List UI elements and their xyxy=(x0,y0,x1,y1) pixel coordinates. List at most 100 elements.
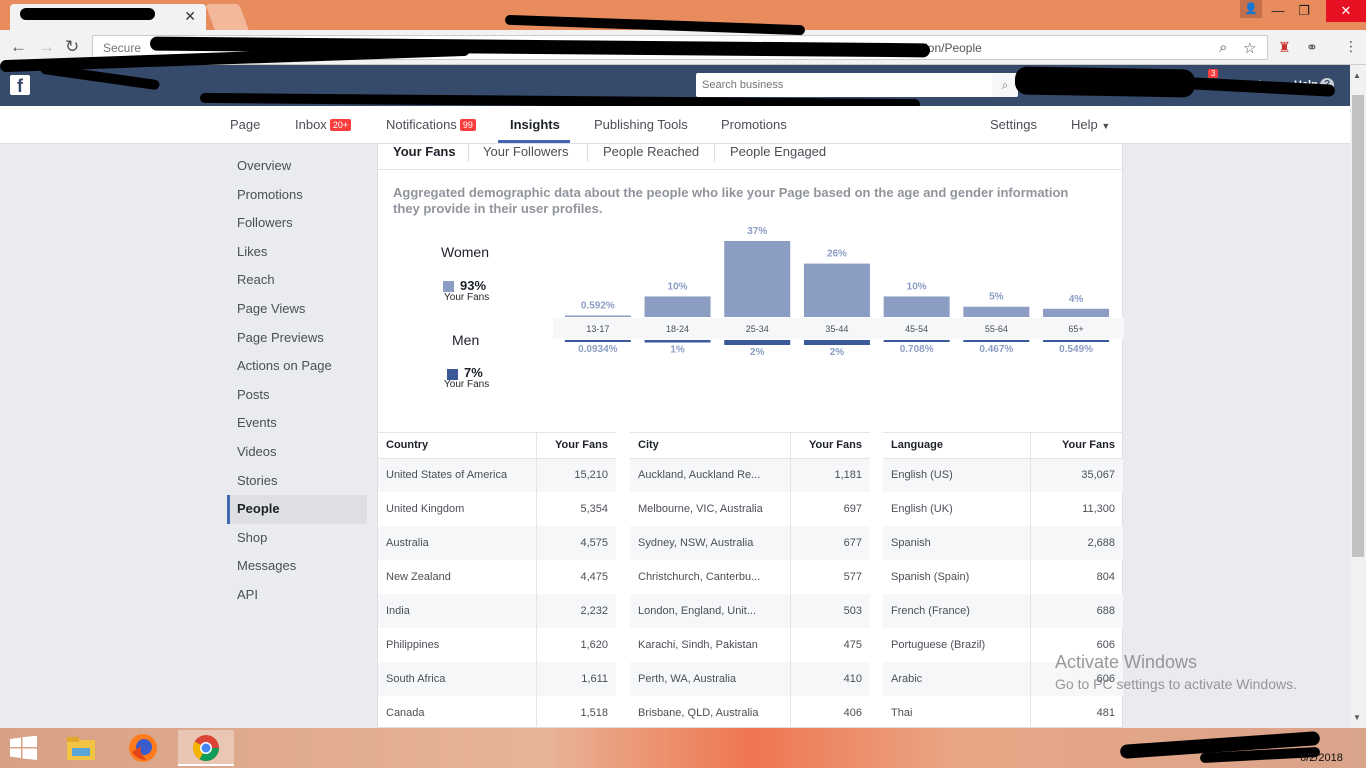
sidebar-item-api[interactable]: API xyxy=(227,581,367,610)
nav-publishing-tools[interactable]: Publishing Tools xyxy=(594,117,688,132)
men-value-label: 1% xyxy=(670,345,685,356)
sidebar-item-actions-on-page[interactable]: Actions on Page xyxy=(227,352,367,381)
nav-insights[interactable]: Insights xyxy=(510,117,560,132)
city-name-cell: Christchurch, Canterbu... xyxy=(638,571,761,583)
women-bar[interactable] xyxy=(1043,308,1110,317)
sidebar-item-people[interactable]: People xyxy=(227,495,367,524)
sidebar-item-page-previews[interactable]: Page Previews xyxy=(227,324,367,353)
nav-promotions[interactable]: Promotions xyxy=(721,117,787,132)
windows-taskbar: 6/2/2018 xyxy=(0,728,1366,768)
sidebar-item-likes[interactable]: Likes xyxy=(227,238,367,267)
scroll-down-icon[interactable]: ▼ xyxy=(1353,713,1361,722)
language-name-cell: French (France) xyxy=(883,594,1031,628)
scrollbar-thumb[interactable] xyxy=(1352,95,1364,557)
men-bar[interactable] xyxy=(963,340,1030,342)
forward-icon[interactable]: → xyxy=(38,37,55,57)
extension-icon[interactable]: ⚭ xyxy=(1306,39,1318,56)
sidebar-item-stories[interactable]: Stories xyxy=(227,467,367,496)
men-bar[interactable] xyxy=(564,340,631,342)
profile-icon[interactable]: 👤 xyxy=(1240,0,1262,18)
chrome-icon[interactable] xyxy=(178,730,234,766)
city-fans-cell: 1,181 xyxy=(789,458,870,492)
table-row: Melbourne, VIC, Australia 697 xyxy=(630,492,870,526)
women-bar[interactable] xyxy=(644,296,711,317)
nav-help[interactable]: Help ▼ xyxy=(1071,117,1110,132)
file-explorer-icon[interactable] xyxy=(56,730,106,766)
zoom-icon[interactable]: ⌕ xyxy=(1219,39,1227,56)
reload-icon[interactable]: ↻ xyxy=(65,37,79,57)
language-fans-cell: 2,688 xyxy=(1029,526,1123,560)
women-bar[interactable] xyxy=(883,296,950,317)
extension-icon[interactable]: ♜ xyxy=(1278,39,1291,56)
sidebar-item-messages[interactable]: Messages xyxy=(227,552,367,581)
country-header[interactable]: Country xyxy=(378,433,537,459)
menu-icon[interactable]: ⋮ xyxy=(1344,38,1358,55)
country-name-cell: United States of America xyxy=(378,458,537,492)
language-fans-cell: 688 xyxy=(1029,594,1123,628)
scroll-up-icon[interactable]: ▲ xyxy=(1353,71,1361,80)
sidebar-item-overview[interactable]: Overview xyxy=(227,152,367,181)
table-row: India 2,232 xyxy=(378,594,616,628)
country-fans-header[interactable]: Your Fans xyxy=(535,433,616,459)
page-navigation: Page Inbox 20+ Notifications 99 Insights P… xyxy=(0,106,1350,144)
men-bar[interactable] xyxy=(803,340,870,345)
table-row: Thai 481 xyxy=(883,696,1123,730)
age-tick-label: 55-64 xyxy=(985,324,1008,334)
city-table: City Your Fans Auckland, Auckland Re... 1,… xyxy=(630,432,870,730)
nav-settings[interactable]: Settings xyxy=(990,117,1037,132)
firefox-icon[interactable] xyxy=(118,730,168,766)
nav-page[interactable]: Page xyxy=(230,117,260,132)
men-bar[interactable] xyxy=(724,340,791,345)
country-name-cell: Philippines xyxy=(386,639,440,651)
city-name-cell: London, England, Unit... xyxy=(630,594,791,628)
age-tick-label: 25-34 xyxy=(746,324,769,334)
table-row: Auckland, Auckland Re... 1,181 xyxy=(630,458,870,492)
city-fans-cell: 503 xyxy=(789,594,870,628)
table-row: English (UK) 11,300 xyxy=(883,492,1123,526)
nav-inbox[interactable]: Inbox 20+ xyxy=(295,117,352,132)
sidebar-item-videos[interactable]: Videos xyxy=(227,438,367,467)
women-value-label: 4% xyxy=(1069,294,1084,305)
language-fans-cell: 804 xyxy=(1029,560,1123,594)
country-name-cell: Australia xyxy=(378,526,537,560)
language-header[interactable]: Language xyxy=(883,433,1031,459)
sidebar-item-shop[interactable]: Shop xyxy=(227,524,367,553)
age-tick-label: 65+ xyxy=(1068,324,1083,334)
women-bar[interactable] xyxy=(724,241,791,317)
close-tab-icon[interactable]: ✕ xyxy=(184,8,196,25)
table-row: Spanish (Spain) 804 xyxy=(883,560,1123,594)
new-tab-button[interactable] xyxy=(205,4,249,30)
nav-notifications[interactable]: Notifications 99 xyxy=(386,117,476,132)
city-fans-cell: 406 xyxy=(789,696,870,730)
women-bar[interactable] xyxy=(803,263,870,317)
women-bar[interactable] xyxy=(564,315,631,318)
sidebar-item-events[interactable]: Events xyxy=(227,409,367,438)
sidebar-item-posts[interactable]: Posts xyxy=(227,381,367,410)
search-input[interactable] xyxy=(696,73,992,97)
men-bar[interactable] xyxy=(1043,340,1110,342)
language-fans-header[interactable]: Your Fans xyxy=(1029,433,1123,459)
sidebar-item-promotions[interactable]: Promotions xyxy=(227,181,367,210)
women-value-label: 37% xyxy=(747,226,767,237)
city-name-cell: Karachi, Sindh, Pakistan xyxy=(638,639,758,651)
women-bar[interactable] xyxy=(963,306,1030,317)
city-header[interactable]: City xyxy=(630,433,791,459)
men-bar[interactable] xyxy=(883,340,950,342)
city-fans-header[interactable]: Your Fans xyxy=(789,433,870,459)
sidebar-item-page-views[interactable]: Page Views xyxy=(227,295,367,324)
restore-icon[interactable]: ❐ xyxy=(1289,0,1319,22)
vertical-scrollbar[interactable]: ▲ ▼ xyxy=(1350,65,1366,728)
language-fans-cell: 481 xyxy=(1029,696,1123,730)
facebook-logo-icon[interactable]: f xyxy=(10,75,30,96)
bookmark-star-icon[interactable]: ☆ xyxy=(1243,39,1256,57)
back-icon[interactable]: ← xyxy=(10,37,27,57)
sidebar-item-reach[interactable]: Reach xyxy=(227,266,367,295)
country-fans-cell: 1,620 xyxy=(535,628,616,662)
close-window-icon[interactable]: ✕ xyxy=(1326,0,1366,22)
country-fans-cell: 5,354 xyxy=(535,492,616,526)
sidebar-item-followers[interactable]: Followers xyxy=(227,209,367,238)
country-fans-cell: 2,232 xyxy=(535,594,616,628)
windows-start-icon[interactable] xyxy=(10,736,38,760)
age-tick-label: 18-24 xyxy=(666,324,689,334)
men-bar[interactable] xyxy=(644,340,711,343)
